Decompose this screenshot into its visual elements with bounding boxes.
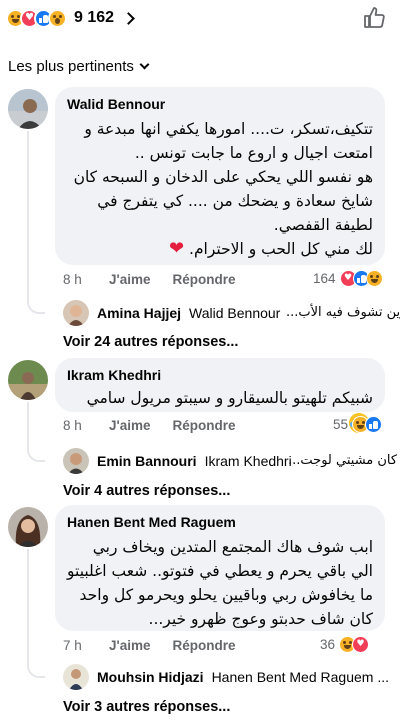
thread-connector [27, 662, 45, 678]
comment-actions: 8 h J'aime Répondre [63, 272, 258, 287]
comment-reactions[interactable]: 164 ♥ [313, 270, 383, 287]
sort-dropdown[interactable]: Les plus pertinents [8, 58, 150, 75]
comment-author[interactable]: Ikram Khedhri [67, 366, 373, 384]
thread-line [27, 131, 29, 301]
like-button[interactable]: J'aime [109, 418, 151, 433]
thread-connector [27, 446, 45, 462]
reply-snippet: وين تشوف فيه الأب... [286, 305, 400, 320]
comment-author[interactable]: Walid Bennour [67, 95, 373, 113]
reactions-bar[interactable]: ♥ 9 162 [0, 0, 400, 38]
comment-author[interactable]: Hanen Bent Med Raguem [67, 513, 373, 531]
wow-reaction-icon [48, 8, 67, 28]
more-replies-link[interactable]: Voir 24 autres réponses... [63, 334, 238, 350]
comment-bubble: Hanen Bent Med Raguem ابب شوف هاك المجتم… [55, 505, 385, 631]
thread-line [27, 549, 29, 666]
reply-author: Emin Bannouri [97, 453, 197, 469]
more-replies-link[interactable]: Voir 4 autres réponses... [63, 483, 230, 499]
thread-connector [27, 298, 45, 314]
comment-time[interactable]: 7 h [63, 638, 103, 653]
reply-preview[interactable]: Amina Hajjej Walid Bennour [97, 305, 284, 321]
comment-reaction-count: 36 [320, 637, 336, 652]
comment-reaction-count: 164 [313, 271, 336, 286]
reply-snippet-wrap: كان مشيتي لوجت... [288, 453, 397, 468]
comment-reaction-count: 55 [333, 417, 349, 432]
avatar[interactable] [8, 507, 48, 547]
sort-label: Les plus pertinents [8, 58, 134, 75]
like-outline-icon[interactable] [362, 6, 386, 30]
reply-avatar[interactable] [63, 448, 89, 474]
comment-bubble: Ikram Khedhri شبيكم تلهيتو بالسيقارو و س… [55, 358, 385, 433]
like-reaction-icon [365, 416, 383, 433]
reply-author: Amina Hajjej [97, 305, 182, 321]
comment-actions: 7 h J'aime Répondre [63, 638, 258, 653]
reply-snippet: كان مشيتي لوجت... [288, 453, 398, 468]
thread-line [27, 402, 29, 450]
reply-button[interactable]: Répondre [173, 272, 236, 287]
reply-button[interactable]: Répondre [173, 418, 236, 433]
red-heart-icon: ❤ [169, 238, 185, 259]
reply-avatar[interactable] [63, 664, 89, 690]
total-reaction-count: 9 162 [74, 9, 115, 26]
reaction-summary[interactable]: ♥ 9 162 [6, 7, 135, 29]
love-reaction-icon: ♥ [352, 636, 370, 653]
reply-snippet-wrap: وين تشوف فيه الأب... [286, 305, 400, 320]
reply-button[interactable]: Répondre [173, 638, 236, 653]
avatar[interactable] [8, 89, 48, 129]
comment-bubble: Walid Bennour تتكيف،تسكر، ت.... امورها ي… [55, 87, 385, 265]
reply-tag: Walid Bennour [189, 305, 281, 321]
comment-time[interactable]: 8 h [63, 272, 103, 287]
reply-avatar[interactable] [63, 300, 89, 326]
reply-preview[interactable]: Emin Bannouri Ikram Khedhri [97, 453, 296, 469]
more-replies-link[interactable]: Voir 3 autres réponses... [63, 699, 230, 715]
comment-reactions[interactable]: 36 ♥ [320, 636, 370, 653]
avatar[interactable] [8, 360, 48, 400]
comment-text: تتكيف،تسكر، ت.... امورها يكفي انها مبدعة… [73, 120, 373, 259]
reply-preview[interactable]: Mouhsin Hidjazi Hanen Bent Med Raguem ..… [97, 669, 393, 685]
haha-reaction-icon [365, 270, 383, 287]
reply-author: Mouhsin Hidjazi [97, 669, 204, 685]
comment-reactions[interactable]: 55 [333, 416, 383, 433]
comment-time[interactable]: 8 h [63, 418, 103, 433]
reply-tag: Hanen Bent Med Raguem ... [211, 669, 389, 685]
chevron-down-icon [139, 59, 150, 70]
like-button[interactable]: J'aime [109, 638, 151, 653]
comment-actions: 8 h J'aime Répondre [63, 418, 258, 433]
reply-tag: Ikram Khedhri [204, 453, 292, 469]
like-button[interactable]: J'aime [109, 272, 151, 287]
chevron-right-icon[interactable] [122, 11, 135, 25]
comment-text: ابب شوف هاك المجتمع المتدين ويخاف ربي ال… [67, 538, 373, 628]
